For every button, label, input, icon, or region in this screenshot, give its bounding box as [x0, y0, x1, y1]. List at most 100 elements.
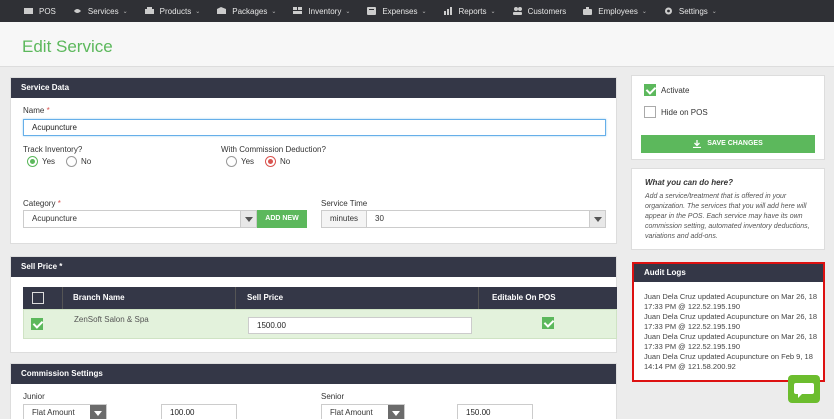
chevron-down-icon: ⌄	[421, 8, 427, 15]
chevron-down-icon	[388, 405, 404, 419]
sell-price-panel: Sell Price * Branch Name Sell Price Edit…	[10, 256, 617, 353]
download-icon	[693, 140, 702, 148]
nav-label: Customers	[527, 6, 567, 16]
audit-log-entry: Juan Dela Cruz updated Acupuncture on Ma…	[644, 312, 818, 331]
nav-settings[interactable]: Settings ⌄	[664, 7, 717, 16]
select-value: Flat Amount	[32, 408, 75, 417]
customers-icon	[512, 7, 522, 15]
select-all-checkbox[interactable]	[32, 292, 44, 304]
junior-type-select[interactable]: Flat Amount	[23, 404, 107, 419]
nav-label: Reports	[458, 6, 487, 16]
service-time-select[interactable]: 30	[366, 210, 606, 228]
audit-log-entry: Juan Dela Cruz updated Acupuncture on Fe…	[644, 352, 813, 371]
nav-customers[interactable]: Customers	[512, 6, 567, 16]
chevron-down-icon: ⌄	[490, 8, 496, 15]
panel-header: Commission Settings	[11, 364, 616, 384]
select-value: Acupuncture	[32, 214, 77, 223]
nav-label: Employees	[598, 6, 638, 16]
button-label: SAVE CHANGES	[707, 140, 763, 147]
nav-expenses[interactable]: Expenses ⌄	[367, 6, 427, 16]
radio-empty-icon	[226, 156, 237, 167]
nav-label: Inventory	[308, 6, 342, 16]
activate-label: Activate	[661, 86, 690, 95]
track-inventory-label: Track Inventory?	[23, 145, 83, 154]
radio-label: No	[280, 157, 291, 166]
save-changes-button[interactable]: SAVE CHANGES	[641, 135, 815, 153]
nav-packages[interactable]: Packages ⌄	[217, 7, 276, 16]
select-value: Flat Amount	[330, 408, 373, 417]
table-row: ZenSoft Salon & Spa 1500.00	[23, 309, 617, 339]
service-data-panel: Service Data Name * Acupuncture Track In…	[10, 77, 617, 244]
nav-products[interactable]: Products ⌄	[144, 7, 201, 16]
row-select-checkbox[interactable]	[31, 318, 43, 330]
panel-header: Service Data	[11, 78, 616, 98]
audit-log-list: Juan Dela Cruz updated Acupuncture on Ma…	[644, 292, 820, 372]
commission-deduction-no-radio[interactable]: No	[265, 156, 290, 167]
commission-deduction-yes-radio[interactable]: Yes	[226, 156, 254, 167]
chevron-down-icon: ⌄	[271, 8, 277, 15]
hide-on-pos-label: Hide on POS	[661, 108, 708, 117]
radio-label: No	[81, 157, 92, 166]
time-unit-addon: minutes	[321, 210, 367, 228]
chevron-down-icon: ⌄	[195, 8, 201, 15]
editable-on-pos-checkbox[interactable]	[542, 317, 554, 329]
products-icon	[144, 7, 154, 15]
chevron-down-icon	[90, 405, 106, 419]
activate-checkbox[interactable]	[644, 84, 656, 96]
commission-deduction-label: With Commission Deduction?	[221, 145, 326, 154]
branch-name-cell: ZenSoft Salon & Spa	[74, 315, 149, 324]
radio-selected-icon	[265, 156, 276, 167]
column-header-editable: Editable On POS	[492, 293, 556, 302]
category-select[interactable]: Acupuncture	[23, 210, 257, 228]
help-panel: What you can do here? Add a service/trea…	[631, 168, 825, 250]
chat-button[interactable]	[788, 375, 820, 403]
radio-label: Yes	[42, 157, 56, 166]
senior-value-input[interactable]: 150.00	[457, 404, 533, 419]
category-label: Category *	[23, 199, 61, 208]
chat-bubble-icon	[794, 383, 814, 398]
track-inventory-no-radio[interactable]: No	[66, 156, 91, 167]
nav-label: Packages	[232, 6, 268, 16]
radio-label: Yes	[241, 157, 255, 166]
junior-label: Junior	[23, 392, 45, 401]
nav-label: Settings	[678, 6, 708, 16]
chevron-down-icon: ⌄	[711, 8, 717, 15]
chevron-down-icon	[589, 211, 605, 227]
help-title: What you can do here?	[645, 178, 734, 187]
radio-empty-icon	[66, 156, 77, 167]
audit-logs-panel: Audit Logs Juan Dela Cruz updated Acupun…	[632, 262, 825, 382]
table-header: Branch Name Sell Price Editable On POS	[23, 287, 617, 309]
chevron-down-icon: ⌄	[345, 8, 351, 15]
services-icon	[73, 7, 82, 15]
nav-services[interactable]: Services ⌄	[73, 7, 128, 16]
track-inventory-yes-radio[interactable]: Yes	[27, 156, 55, 167]
radio-selected-icon	[27, 156, 38, 167]
page-title: Edit Service	[22, 37, 113, 56]
nav-label: Services	[87, 6, 119, 16]
junior-value-input[interactable]: 100.00	[161, 404, 237, 419]
audit-log-entry: Juan Dela Cruz updated Acupuncture on Ma…	[644, 292, 818, 311]
help-text: Add a service/treatment that is offered …	[645, 193, 810, 240]
nav-label: POS	[39, 6, 56, 16]
gear-icon	[664, 7, 673, 15]
service-time-label: Service Time	[321, 199, 368, 208]
sell-price-input[interactable]: 1500.00	[248, 317, 472, 334]
chevron-down-icon: ⌄	[641, 8, 647, 15]
senior-label: Senior	[321, 392, 345, 401]
nav-pos[interactable]: POS	[24, 7, 56, 16]
senior-type-select[interactable]: Flat Amount	[321, 404, 405, 419]
nav-inventory[interactable]: Inventory ⌄	[293, 7, 350, 16]
name-input[interactable]: Acupuncture	[23, 119, 606, 136]
panel-header: Audit Logs	[634, 264, 823, 282]
top-navbar: POS Services ⌄ Products ⌄ Packages ⌄ Inv…	[0, 0, 834, 22]
title-band: Edit Service	[0, 22, 834, 67]
column-header-sell-price: Sell Price	[247, 293, 284, 302]
hide-on-pos-checkbox[interactable]	[644, 106, 656, 118]
column-header-branch: Branch Name	[73, 293, 125, 302]
nav-employees[interactable]: Employees ⌄	[583, 7, 647, 16]
nav-reports[interactable]: Reports ⌄	[443, 6, 496, 16]
add-new-category-button[interactable]: ADD NEW	[257, 210, 307, 228]
nav-label: Expenses	[382, 6, 418, 16]
inventory-icon	[293, 7, 303, 15]
pos-icon	[24, 7, 33, 15]
